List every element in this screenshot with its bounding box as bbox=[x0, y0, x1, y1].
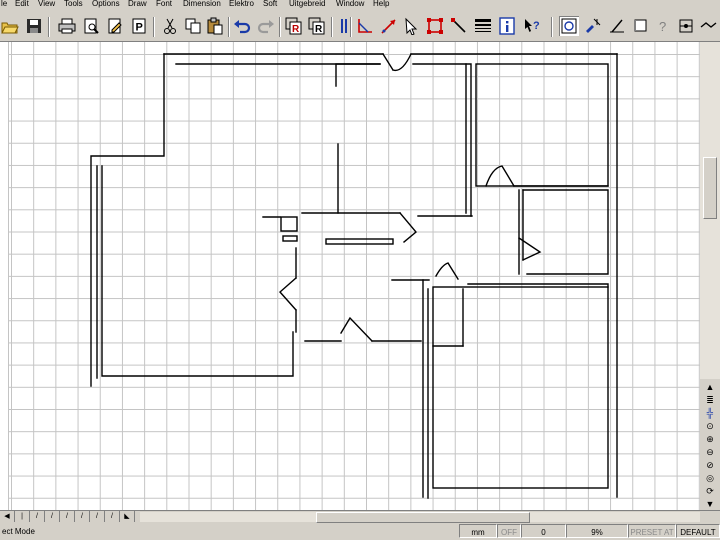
horizontal-scroll-thumb[interactable] bbox=[316, 512, 530, 523]
svg-text:P: P bbox=[136, 22, 143, 34]
svg-text:?: ? bbox=[533, 20, 540, 32]
drawing-canvas[interactable] bbox=[0, 42, 700, 510]
target-icon[interactable]: ◎ bbox=[703, 472, 717, 484]
red-pointer-icon[interactable] bbox=[449, 16, 469, 36]
redo-icon[interactable] bbox=[256, 16, 276, 36]
help-pointer-icon[interactable]: ? bbox=[522, 16, 542, 36]
tab-first[interactable]: ◀ bbox=[0, 511, 15, 522]
side-tool-column: ▲ ≣ ╬ ⊙ ⊕ ⊖ ⊘ ◎ ⟳ ▼ bbox=[700, 379, 720, 510]
svg-text:?: ? bbox=[659, 19, 666, 34]
status-toggle: OFF bbox=[497, 524, 521, 538]
zoom-fit-icon[interactable]: ⊘ bbox=[703, 459, 717, 471]
refresh-icon[interactable]: ⟳ bbox=[703, 485, 717, 497]
menu-help[interactable]: Help bbox=[373, 0, 389, 8]
floor-plan bbox=[90, 53, 618, 499]
print-icon[interactable] bbox=[57, 16, 77, 36]
undo-icon[interactable] bbox=[232, 16, 252, 36]
layers-icon[interactable]: ≣ bbox=[703, 394, 717, 406]
tab-last[interactable]: ◣ bbox=[120, 511, 135, 522]
arrow-up-icon[interactable]: ▲ bbox=[703, 381, 717, 393]
vertical-scrollbar[interactable] bbox=[700, 42, 720, 379]
menu-view[interactable]: View bbox=[38, 0, 55, 8]
paste-icon[interactable] bbox=[205, 16, 225, 36]
tab-page-4[interactable]: / bbox=[60, 511, 75, 522]
menu-uitgebreid[interactable]: Uitgebreid bbox=[289, 0, 325, 8]
status-layer: DEFAULT bbox=[676, 524, 720, 538]
menu-options[interactable]: Options bbox=[92, 0, 120, 8]
page-p-icon[interactable]: P bbox=[129, 16, 149, 36]
horizontal-scrollbar[interactable] bbox=[140, 512, 700, 523]
edit-pencil-icon[interactable] bbox=[105, 16, 125, 36]
status-bar: ect Mode mm OFF 0 9% PRESET AT DEFAULT bbox=[0, 523, 720, 540]
tab-page-6[interactable]: / bbox=[90, 511, 105, 522]
print-preview-icon[interactable] bbox=[81, 16, 101, 36]
search-icon[interactable]: ⊙ bbox=[703, 420, 717, 432]
tab-page-2[interactable]: / bbox=[30, 511, 45, 522]
object-r2-icon[interactable]: R bbox=[307, 16, 327, 36]
status-preset: PRESET AT bbox=[628, 524, 676, 538]
arrow-down-icon[interactable]: ▼ bbox=[703, 498, 717, 510]
copy-icon[interactable] bbox=[183, 16, 203, 36]
snap-icon[interactable] bbox=[676, 16, 696, 36]
menu-file[interactable]: le bbox=[1, 0, 7, 8]
menu-elektro[interactable]: Elektro bbox=[229, 0, 254, 8]
zoom-window-icon[interactable] bbox=[559, 16, 579, 36]
object-r-icon[interactable]: R bbox=[284, 16, 304, 36]
plus-icon[interactable]: ╬ bbox=[703, 407, 717, 419]
draw-pointer-icon[interactable] bbox=[402, 16, 422, 36]
zoom-out-icon[interactable]: ⊖ bbox=[703, 446, 717, 458]
red-arrow-icon[interactable] bbox=[379, 16, 399, 36]
draw-line-icon[interactable] bbox=[699, 16, 719, 36]
menu-window[interactable]: Window bbox=[336, 0, 364, 8]
tab-page-7[interactable]: / bbox=[105, 511, 120, 522]
open-folder-icon[interactable] bbox=[0, 16, 20, 36]
svg-text:R: R bbox=[292, 24, 300, 35]
menu-edit[interactable]: Edit bbox=[15, 0, 29, 8]
save-icon[interactable] bbox=[24, 16, 44, 36]
zoom-pointer-icon[interactable] bbox=[583, 16, 603, 36]
status-units: mm bbox=[459, 524, 497, 538]
menu-draw[interactable]: Draw bbox=[128, 0, 147, 8]
left-margin bbox=[0, 42, 9, 510]
status-value: 0 bbox=[521, 524, 566, 538]
toolbar: P R R ? ? bbox=[0, 9, 720, 42]
zoom-in-icon[interactable]: ⊕ bbox=[703, 433, 717, 445]
tab-page-5[interactable]: / bbox=[75, 511, 90, 522]
vertical-scroll-thumb[interactable] bbox=[703, 157, 717, 219]
red-angle-icon[interactable] bbox=[355, 16, 375, 36]
info-icon[interactable] bbox=[497, 16, 517, 36]
menu-soft[interactable]: Soft bbox=[263, 0, 277, 8]
status-zoom: 9% bbox=[566, 524, 628, 538]
red-square-icon[interactable] bbox=[425, 16, 445, 36]
cut-icon[interactable] bbox=[160, 16, 180, 36]
rectangle-icon[interactable] bbox=[631, 16, 651, 36]
status-mode: ect Mode bbox=[2, 527, 35, 536]
tab-page-3[interactable]: / bbox=[45, 511, 60, 522]
menu-dimension[interactable]: Dimension bbox=[183, 0, 221, 8]
lines-icon[interactable] bbox=[473, 16, 493, 36]
page-tab-bar: ◀ | / / / / / / ◣ bbox=[0, 510, 720, 523]
menu-tools[interactable]: Tools bbox=[64, 0, 83, 8]
menu-bar: le Edit View Tools Options Draw Font Dim… bbox=[0, 0, 720, 9]
pen-angle-icon[interactable] bbox=[607, 16, 627, 36]
svg-text:R: R bbox=[315, 24, 323, 35]
question-icon[interactable]: ? bbox=[653, 16, 673, 36]
tab-page-1[interactable]: | bbox=[15, 511, 30, 522]
menu-font[interactable]: Font bbox=[156, 0, 172, 8]
